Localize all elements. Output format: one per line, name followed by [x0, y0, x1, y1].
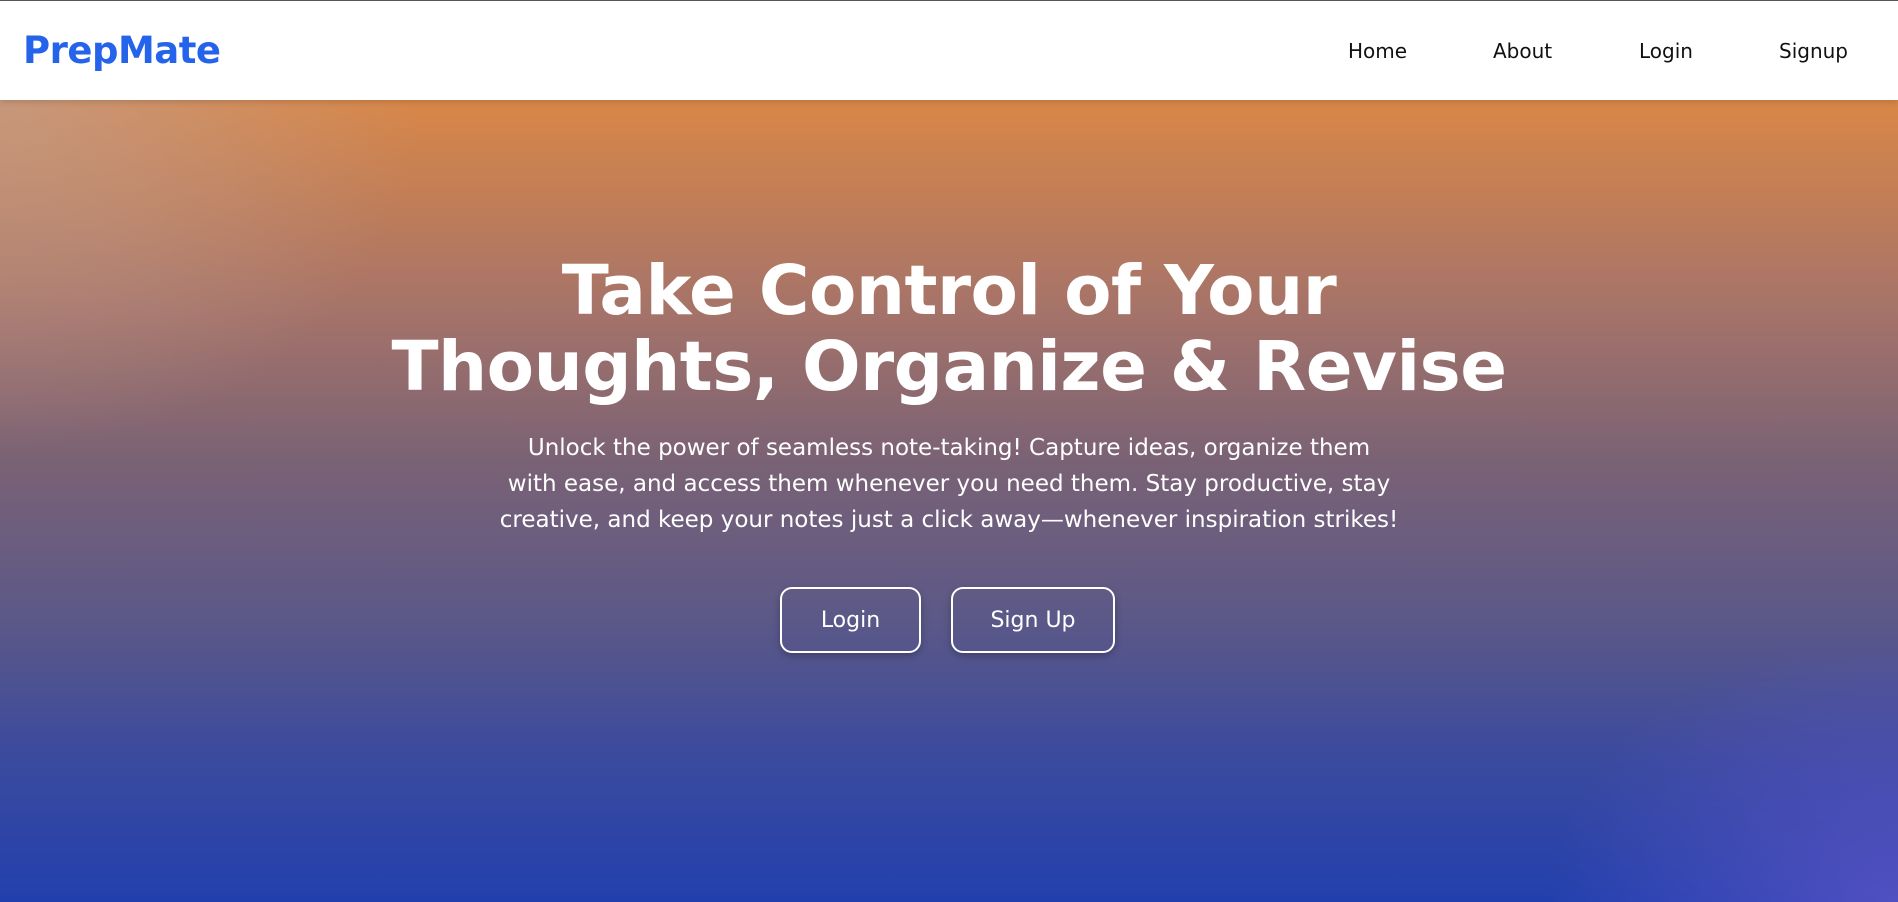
hero-description-line-1: Unlock the power of seamless note-taking…: [527, 435, 1371, 461]
hero-section: Take Control of Your Thoughts, Organize …: [0, 100, 1898, 902]
nav-signup-link[interactable]: Signup: [1779, 39, 1848, 63]
page: PrepMate Home About Login Signup Take Co…: [0, 0, 1898, 902]
hero-description: Unlock the power of seamless note-taking…: [0, 430, 1898, 538]
nav-about-link[interactable]: About: [1493, 39, 1552, 63]
hero-description-line-2: with ease, and access them whenever you …: [507, 471, 1391, 497]
navbar: PrepMate Home About Login Signup: [0, 0, 1898, 100]
nav-login-link[interactable]: Login: [1639, 39, 1693, 63]
nav-home-link[interactable]: Home: [1348, 39, 1407, 63]
hero-title-line-2: Thoughts, Organize & Revise: [391, 327, 1507, 407]
hero-login-button[interactable]: Login: [780, 587, 921, 653]
hero-title: Take Control of Your Thoughts, Organize …: [0, 253, 1898, 405]
brand-logo[interactable]: PrepMate: [23, 29, 221, 72]
hero-title-line-1: Take Control of Your: [561, 251, 1337, 331]
hero-description-line-3: creative, and keep your notes just a cli…: [499, 507, 1399, 533]
hero-signup-button[interactable]: Sign Up: [951, 587, 1115, 653]
